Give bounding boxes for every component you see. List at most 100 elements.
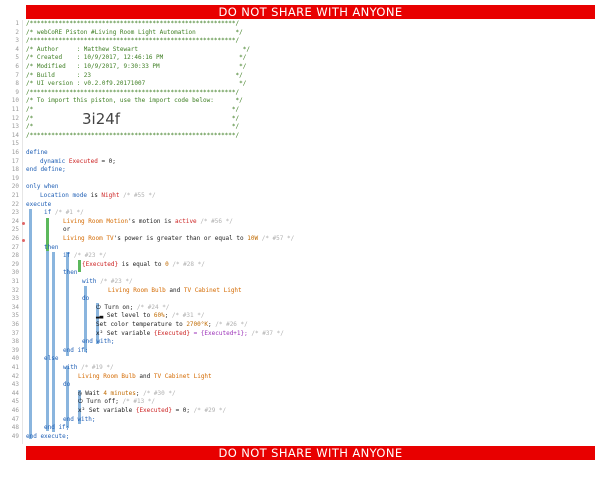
line-number: 12: [11, 114, 19, 122]
do-keyword: do: [82, 295, 90, 303]
cabinet-device: TV Cabinet Light: [183, 286, 242, 294]
executed-variable: {Executed}: [153, 329, 190, 337]
do-keyword: do: [63, 381, 71, 389]
active-value: active: [175, 217, 197, 225]
statement-comment: /* #26 */: [215, 321, 248, 328]
assign-zero: = 0;: [97, 157, 116, 165]
end-define-keyword: end define;: [26, 166, 66, 174]
comment-line: /* Build : 23 */: [26, 71, 243, 79]
or-operator: or: [63, 226, 71, 234]
with-devices[interactable]: Living Room Bulb and TV Cabinet Light: [108, 287, 242, 295]
statement-comment: /* #29 */: [193, 407, 227, 414]
comment-line: /* */: [26, 106, 240, 113]
set-level-task[interactable]: ▂▃ Set level to 60%; /* #31 */: [96, 312, 204, 320]
color-temp-value: 2700°K: [186, 321, 208, 328]
wait-duration: 4 minutes: [103, 389, 136, 397]
turn-off-text: Turn off;: [86, 398, 119, 406]
line-number: 30: [11, 269, 19, 277]
line-number: 6: [15, 63, 19, 70]
statement-comment: /* #1 */: [54, 209, 84, 217]
semicolon: ;: [135, 389, 140, 397]
motion-condition[interactable]: Living Room Motion's motion is active /*…: [63, 218, 233, 226]
executed-variable: Executed: [68, 157, 98, 165]
only-when-condition[interactable]: Location mode is Night /* #55 */: [40, 192, 156, 200]
breakpoint-marker[interactable]: [22, 222, 25, 225]
do-not-share-banner-top: DO NOT SHARE WITH ANYONE: [26, 5, 595, 19]
line-number: 22: [11, 200, 19, 208]
and-word: and: [165, 286, 184, 294]
execute-block-bar: [29, 209, 32, 439]
with-keyword: with: [82, 278, 97, 285]
variable-x2-icon: x²: [96, 329, 104, 337]
statement-comment: /* #28 */: [172, 260, 205, 268]
line-number: 41: [11, 364, 19, 371]
dynamic-keyword: dynamic: [40, 157, 66, 165]
if-statement[interactable]: if /* #1 */: [44, 209, 84, 217]
set-level-text: Set level to: [106, 312, 154, 320]
bulb-device: Living Room Bulb: [78, 372, 136, 380]
line-number: 35: [11, 312, 19, 320]
statement-comment: /* #23 */: [73, 252, 107, 260]
else-with-devices[interactable]: Living Room Bulb and TV Cabinet Light: [78, 373, 212, 381]
end-if-keyword: end if;: [63, 346, 89, 354]
statement-comment: /* #30 */: [143, 389, 176, 397]
line-number: 46: [11, 407, 19, 414]
turn-on-task[interactable]: ⏻ Turn on; /* #24 */: [96, 304, 169, 312]
end-with-keyword: end with;: [82, 338, 115, 346]
breakpoint-marker[interactable]: [22, 239, 25, 242]
reset-variable-task[interactable]: x² Set variable {Executed} = 0; /* #29 *…: [78, 407, 226, 415]
line-number-gutter: 1 2 3 4 5 6 7 8 9 10 11 12 13 14 15 16 1…: [0, 20, 23, 444]
comment-line: /***************************************…: [26, 37, 240, 45]
import-code[interactable]: 3i24f: [82, 111, 120, 127]
executed-condition[interactable]: {Executed} is equal to 0 /* #28 */: [82, 261, 205, 269]
line-number: 18: [11, 166, 19, 174]
comment-line: /***************************************…: [26, 131, 240, 139]
set-variable-task[interactable]: x² Set variable {Executed} = {Executed+1…: [96, 330, 284, 338]
statement-comment: /* #24 */: [136, 303, 170, 311]
comment-line: /* UI version : v0.2.0f9.20171007 */: [26, 80, 247, 88]
line-number: 2: [15, 28, 19, 36]
set-variable-text: Set variable: [106, 329, 154, 337]
line-number: 24: [11, 217, 19, 225]
nested-condition-bar: [78, 260, 81, 272]
power-condition[interactable]: Living Room TV's power is greater than o…: [63, 235, 294, 243]
line-number: 8: [15, 80, 19, 88]
is-word: is: [86, 192, 102, 199]
dynamic-variable-line: dynamic Executed = 0;: [40, 158, 116, 166]
statement-comment: /* #13 */: [122, 398, 156, 406]
execute-keyword: execute: [26, 200, 52, 208]
signal-bars-icon: ▂▃: [96, 312, 104, 320]
then-keyword: then: [63, 269, 78, 277]
turn-on-text: Turn on;: [104, 303, 134, 311]
statement-comment: /* #37 */: [251, 329, 284, 337]
end-with-keyword: end with;: [63, 415, 96, 423]
end-execute-keyword: end execute;: [26, 432, 70, 440]
set-color-temp-task[interactable]: Set color temperature to 2700°K; /* #26 …: [96, 321, 248, 329]
statement-comment: /* #31 */: [171, 312, 205, 320]
line-number: 15: [11, 140, 19, 148]
line-number: 40: [11, 355, 19, 363]
comment-line: /* webCoRE Piston #Living Room Light Aut…: [26, 28, 243, 36]
power-threshold: 10W: [247, 235, 259, 242]
line-number: 44: [11, 389, 19, 397]
wait-text: Wait: [85, 389, 104, 397]
line-number: 7: [15, 71, 19, 79]
set-color-temp-text: Set color temperature to: [96, 321, 187, 328]
piston-code-view: /***************************************…: [26, 20, 601, 444]
turn-off-task[interactable]: ⏻ Turn off; /* #13 */: [78, 398, 155, 406]
power-comparison-text: 's power is greater than or equal to: [113, 235, 248, 242]
line-number: 16: [11, 149, 19, 156]
executed-variable: {Executed}: [135, 407, 172, 414]
line-number: 29: [11, 260, 19, 268]
only-when-keyword: only when: [26, 183, 59, 191]
line-number: 39: [11, 346, 19, 354]
nested-if-statement[interactable]: if /* #23 */: [63, 252, 106, 260]
set-variable-text: Set variable: [88, 407, 136, 414]
else-with-statement[interactable]: with /* #19 */: [63, 364, 114, 372]
line-number: 37: [11, 329, 19, 337]
motion-device: Living Room Motion: [63, 217, 129, 225]
with-statement[interactable]: with /* #23 */: [82, 278, 133, 286]
comment-line: /* Created : 10/9/2017, 12:46:16 PM */: [26, 54, 247, 62]
line-number: 48: [11, 424, 19, 432]
wait-task[interactable]: ◷ Wait 4 minutes; /* #30 */: [78, 390, 176, 398]
